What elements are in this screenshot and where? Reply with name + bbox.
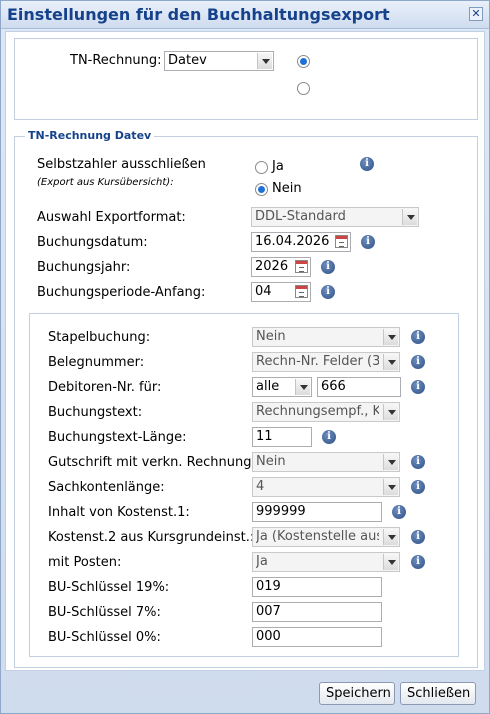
settings-box: Stapelbuchung: Nein i Belegnummer: Rechn… [29,313,459,657]
kostenst1-input[interactable]: 999999 [252,502,382,522]
selbstzahler-radio-ja[interactable] [255,161,268,174]
kostenst2-label: Kostenst.2 aus Kursgrundeinst.: [48,530,255,545]
selbstzahler-radio-nein[interactable] [255,183,268,196]
chevron-down-icon [383,454,398,470]
bu7-label: BU-Schlüssel 7%: [48,605,161,620]
close-icon[interactable]: ✕ [469,7,483,21]
textlaenge-label: Buchungstext-Länge: [48,430,187,445]
sachkonten-label: Sachkontenlänge: [48,480,165,495]
info-icon[interactable]: i [360,157,374,171]
gutschrift-label: Gutschrift mit verkn. Rechnung: [48,455,256,470]
bu19-input[interactable]: 019 [252,577,382,597]
option-ja-label: Ja [272,159,284,174]
selbstzahler-sublabel: (Export aus Kursübersicht): [37,177,174,188]
sachkonten-select[interactable]: 4 [252,477,400,497]
info-icon[interactable]: i [411,555,425,569]
info-icon[interactable]: i [411,355,425,369]
save-button[interactable]: Speichern [319,682,395,705]
info-icon[interactable]: i [411,455,425,469]
exportformat-select[interactable]: DDL-Standard [251,207,419,227]
dialog-footer: Speichern Schließen [1,673,489,713]
info-icon[interactable]: i [322,430,336,444]
debitoren-select[interactable]: alle [252,377,312,397]
calendar-icon[interactable] [295,285,308,298]
buchungsdatum-label: Buchungsdatum: [37,235,148,250]
selbstzahler-label: Selbstzahler ausschließen [37,157,206,172]
info-icon[interactable]: i [392,505,406,519]
calendar-icon[interactable] [295,260,308,273]
info-icon[interactable]: i [361,235,375,249]
close-button[interactable]: Schließen [400,682,476,705]
posten-label: mit Posten: [48,555,122,570]
info-icon[interactable]: i [411,330,425,344]
belegnummer-label: Belegnummer: [48,355,145,370]
debitoren-label: Debitoren-Nr. für: [48,380,162,395]
info-icon[interactable]: i [321,260,335,274]
export-settings-dialog: Einstellungen für den Buchhaltungsexport… [0,0,490,714]
chevron-down-icon [257,53,272,69]
bu19-label: BU-Schlüssel 19%: [48,580,170,595]
info-icon[interactable]: i [321,285,335,299]
datev-legend: TN-Rechnung Datev [25,129,155,142]
posten-select[interactable]: Ja [252,552,400,572]
chevron-down-icon [383,529,398,545]
buchungstext-select[interactable]: Rechnungsempf., Kursnr. [252,402,400,422]
kostenst2-select[interactable]: Ja (Kostenstelle aus Kurs) [252,527,400,547]
dialog-titlebar[interactable]: Einstellungen für den Buchhaltungsexport… [1,1,489,29]
tn-rechnung-label: TN-Rechnung: [70,53,162,68]
calendar-icon[interactable] [335,235,348,248]
chevron-down-icon [295,379,310,395]
info-icon[interactable]: i [411,380,425,394]
buchungsdatum-input[interactable]: 16.04.2026 [251,232,351,252]
chevron-down-icon [383,329,398,345]
datev-fieldset: TN-Rechnung Datev Selbstzahler ausschlie… [14,129,478,668]
dialog-title: Einstellungen für den Buchhaltungsexport [7,5,390,24]
kostenst1-label: Inhalt von Kostenst.1: [48,505,190,520]
info-icon[interactable]: i [411,530,425,544]
chevron-down-icon [402,209,417,225]
option-nein-label: Nein [272,181,302,196]
tn-rechnung-select[interactable]: Datev [164,51,274,71]
buchungsjahr-input[interactable]: 2026 [251,257,311,277]
exportformat-label: Auswahl Exportformat: [37,210,186,225]
chevron-down-icon [383,404,398,420]
bu0-label: BU-Schlüssel 0%: [48,630,161,645]
bu0-input[interactable]: 000 [252,627,382,647]
periode-label: Buchungsperiode-Anfang: [37,285,206,300]
chevron-down-icon [383,479,398,495]
chevron-down-icon [383,554,398,570]
belegnummer-select[interactable]: Rechn-Nr. Felder (3,4) [252,352,400,372]
debitoren-input[interactable]: 666 [317,377,401,397]
buchungstext-label: Buchungstext: [48,405,143,420]
info-icon[interactable]: i [411,480,425,494]
stapelbuchung-select[interactable]: Nein [252,327,400,347]
dialog-content: TN-Rechnung: Datev TN-Rechnung Datev Sel… [5,31,485,671]
textlaenge-input[interactable]: 11 [252,427,312,447]
bu7-input[interactable]: 007 [252,602,382,622]
tn-rechnung-radio-1[interactable] [297,55,310,68]
tn-rechnung-box: TN-Rechnung: Datev [14,38,478,120]
gutschrift-select[interactable]: Nein [252,452,400,472]
stapelbuchung-label: Stapelbuchung: [48,330,151,345]
tn-rechnung-radio-2[interactable] [297,82,310,95]
buchungsjahr-label: Buchungsjahr: [37,260,131,275]
chevron-down-icon [383,354,398,370]
periode-input[interactable]: 04 [251,282,311,302]
